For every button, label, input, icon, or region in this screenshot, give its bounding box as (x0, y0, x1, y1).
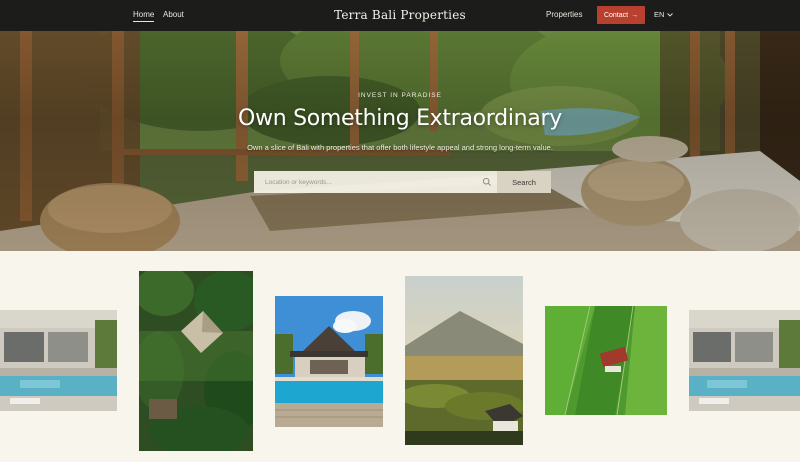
search-icon[interactable] (482, 177, 492, 187)
gallery-image-mountain-terrace[interactable] (405, 276, 523, 445)
gallery-image-modern-villa[interactable] (0, 310, 117, 411)
hero-headline: Own Something Extraordinary (238, 106, 562, 131)
gallery-image-rice-field[interactable] (545, 306, 667, 415)
language-label: EN (654, 10, 665, 19)
brand-logo-text[interactable]: Terra Bali Properties (0, 8, 800, 22)
modern-villa-pool-photo-2 (689, 310, 800, 411)
hero-subline: Own a slice of Bali with properties that… (247, 143, 553, 152)
search-bar: Search (254, 171, 551, 193)
arrow-right-icon: → (631, 11, 639, 19)
contact-button[interactable]: Contact → (597, 6, 645, 24)
property-gallery (0, 251, 800, 462)
chevron-down-icon (667, 12, 674, 17)
contact-button-label: Contact (603, 11, 629, 19)
jungle-villa-aerial-photo (139, 271, 253, 451)
gallery-image-jungle-villa[interactable] (139, 271, 253, 451)
gallery-image-joglo-villa[interactable] (275, 296, 383, 427)
rice-field-aerial-photo (545, 306, 667, 415)
gallery-image-modern-villa-2[interactable] (689, 310, 800, 411)
language-selector[interactable]: EN (654, 10, 674, 19)
nav-properties-link[interactable]: Properties (546, 10, 582, 19)
hero-overlay (0, 31, 800, 251)
modern-villa-pool-photo (0, 310, 117, 411)
joglo-villa-pool-photo (275, 296, 383, 427)
top-navbar: Home About Terra Bali Properties Propert… (0, 0, 800, 31)
mountain-rice-terrace-photo (405, 276, 523, 445)
search-button[interactable]: Search (497, 171, 551, 193)
hero-eyebrow: INVEST IN PARADISE (358, 92, 442, 99)
hero-section: INVEST IN PARADISE Own Something Extraor… (0, 31, 800, 251)
search-input[interactable] (254, 171, 497, 193)
